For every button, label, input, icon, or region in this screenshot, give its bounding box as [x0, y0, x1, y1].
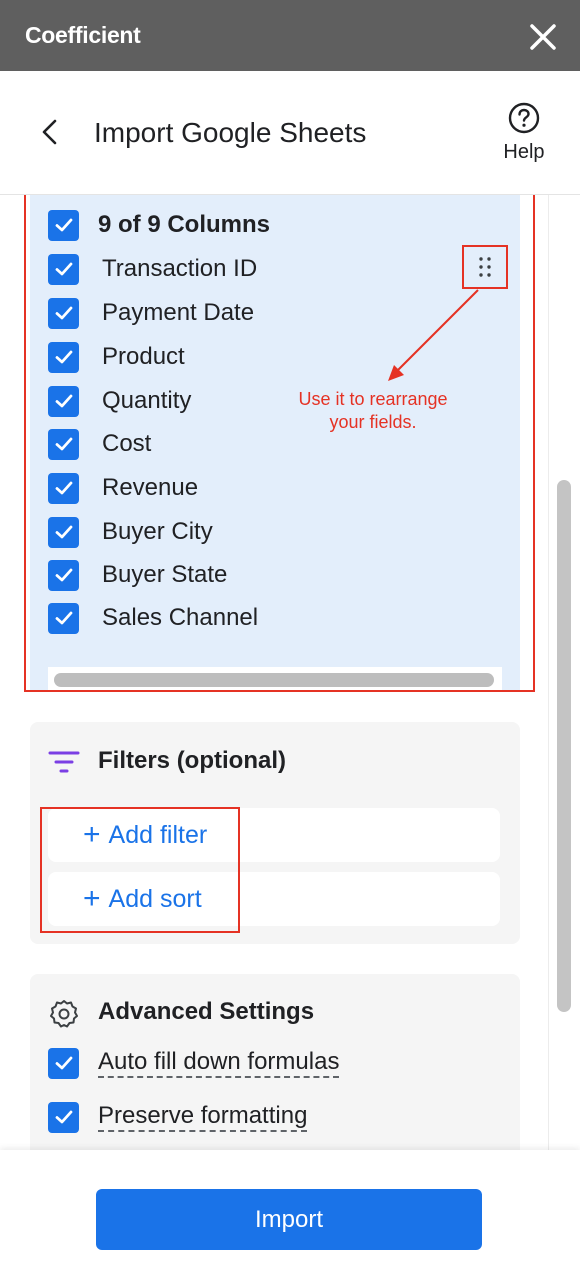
- filter-icon: [48, 751, 80, 773]
- add-filter-label: Add filter: [108, 820, 208, 849]
- annotation-text: Use it to rearrange your fields.: [268, 388, 478, 434]
- checkmark-icon: [55, 350, 72, 364]
- checkmark-icon: [55, 437, 72, 451]
- chevron-left-icon[interactable]: [36, 118, 64, 146]
- add-sort-button[interactable]: + Add sort: [48, 872, 500, 926]
- drag-dots-icon: [479, 257, 491, 277]
- checkmark-icon: [55, 1056, 72, 1070]
- column-checkbox[interactable]: [48, 341, 79, 373]
- plus-icon: +: [83, 882, 101, 915]
- drag-handle-icon[interactable]: [462, 245, 508, 289]
- content-scroll-area: 9 of 9 Columns Transaction ID Payment Da…: [0, 195, 580, 1150]
- advanced-option-row[interactable]: Preserve formatting: [48, 1100, 308, 1134]
- app-title: Coefficient: [25, 22, 141, 48]
- column-label: Buyer City: [102, 518, 213, 545]
- column-label: Sales Channel: [102, 604, 259, 631]
- preserve-formatting-checkbox[interactable]: [48, 1101, 79, 1133]
- annotation-line-2: your fields.: [329, 412, 417, 432]
- column-label: Buyer State: [102, 561, 228, 588]
- select-all-columns-row[interactable]: 9 of 9 Columns: [48, 208, 468, 242]
- column-checkbox[interactable]: [48, 297, 79, 329]
- auto-fill-label: Auto fill down formulas: [98, 1048, 340, 1078]
- footer: Import: [0, 1150, 580, 1272]
- gear-icon: [50, 1000, 78, 1028]
- checkmark-icon: [55, 481, 72, 495]
- add-filter-button[interactable]: + Add filter: [48, 808, 500, 862]
- column-row[interactable]: Sales Channel: [48, 601, 468, 635]
- column-label: Quantity: [102, 387, 192, 414]
- columns-panel: 9 of 9 Columns Transaction ID Payment Da…: [30, 195, 520, 692]
- checkmark-icon: [55, 262, 72, 276]
- checkmark-icon: [55, 1110, 72, 1124]
- vertical-scroll-thumb[interactable]: [557, 480, 571, 1012]
- help-label: Help: [503, 141, 545, 163]
- add-sort-label: Add sort: [108, 884, 202, 913]
- auto-fill-checkbox[interactable]: [48, 1047, 79, 1079]
- column-label: Transaction ID: [102, 255, 258, 282]
- plus-icon: +: [83, 818, 101, 851]
- advanced-option-row[interactable]: Auto fill down formulas: [48, 1046, 340, 1080]
- import-button[interactable]: Import: [96, 1189, 482, 1250]
- column-label: Product: [102, 343, 185, 370]
- column-checkbox[interactable]: [48, 472, 79, 504]
- column-checkbox[interactable]: [48, 559, 79, 591]
- question-circle-icon: [508, 102, 540, 134]
- column-label: Revenue: [102, 474, 199, 501]
- column-row[interactable]: Buyer State: [48, 558, 468, 592]
- horizontal-scroll-thumb[interactable]: [54, 673, 494, 687]
- columns-summary: 9 of 9 Columns: [98, 211, 271, 238]
- checkmark-icon: [55, 568, 72, 582]
- filters-card: Filters (optional) + Add filter + Add so…: [30, 722, 520, 944]
- column-checkbox[interactable]: [48, 253, 79, 285]
- column-checkbox[interactable]: [48, 602, 79, 634]
- filters-title: Filters (optional): [98, 747, 286, 774]
- checkmark-icon: [55, 218, 72, 232]
- advanced-settings-card: Advanced Settings Auto fill down formula…: [30, 974, 520, 1150]
- preserve-formatting-label: Preserve formatting: [98, 1102, 308, 1132]
- column-row[interactable]: Revenue: [48, 471, 468, 505]
- column-row[interactable]: Buyer City: [48, 515, 468, 549]
- column-row[interactable]: Product: [48, 340, 468, 374]
- column-checkbox[interactable]: [48, 516, 79, 548]
- page-header: Import Google Sheets Help: [0, 71, 580, 195]
- column-row[interactable]: Transaction ID: [48, 252, 468, 286]
- advanced-settings-title: Advanced Settings: [98, 998, 315, 1025]
- horizontal-scrollbar[interactable]: [48, 667, 502, 691]
- checkmark-icon: [55, 306, 72, 320]
- select-all-checkbox[interactable]: [48, 209, 79, 241]
- help-button[interactable]: Help: [496, 101, 552, 171]
- close-icon[interactable]: [526, 20, 560, 54]
- column-label: Payment Date: [102, 299, 255, 326]
- annotation-line-1: Use it to rearrange: [298, 389, 448, 409]
- checkmark-icon: [55, 525, 72, 539]
- column-row[interactable]: Payment Date: [48, 296, 468, 330]
- column-checkbox[interactable]: [48, 428, 79, 460]
- column-label: Cost: [102, 430, 152, 457]
- column-checkbox[interactable]: [48, 385, 79, 417]
- page-title: Import Google Sheets: [94, 117, 367, 148]
- app-titlebar: Coefficient: [0, 0, 580, 71]
- checkmark-icon: [55, 394, 72, 408]
- checkmark-icon: [55, 611, 72, 625]
